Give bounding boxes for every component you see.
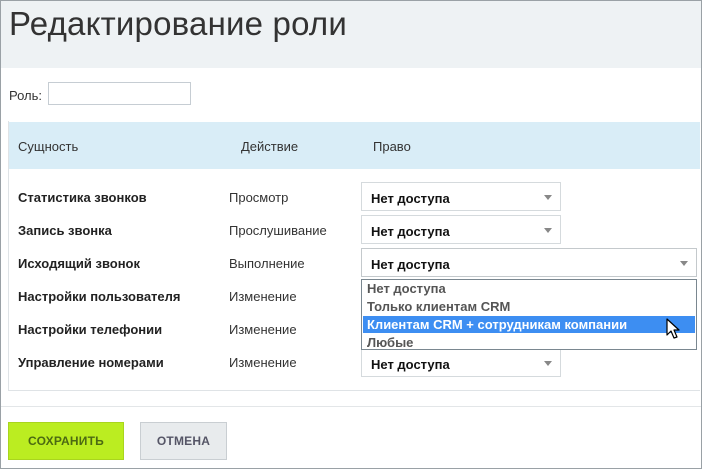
column-header-action: Действие xyxy=(241,139,299,154)
role-name-input[interactable] xyxy=(48,82,191,105)
footer-divider xyxy=(1,406,701,407)
chevron-down-icon xyxy=(544,361,552,366)
column-header-right: Право xyxy=(373,139,411,154)
right-select-call-record[interactable]: Нет доступа xyxy=(361,215,561,244)
row-entity-call-record: Запись звонка xyxy=(18,223,112,238)
dropdown-option-crm-clients[interactable]: Только клиентам CRM xyxy=(363,298,695,315)
cancel-button[interactable]: Отмена xyxy=(140,422,227,460)
right-dropdown-list: Нет доступа Только клиентам CRM Клиентам… xyxy=(361,279,697,350)
chevron-down-icon xyxy=(544,228,552,233)
column-header-entity: Сущность xyxy=(18,139,79,154)
row-entity-call-stats: Статистика звонков xyxy=(18,190,147,205)
right-select-call-stats[interactable]: Нет доступа xyxy=(361,182,561,211)
row-action-call-stats: Просмотр xyxy=(229,190,289,205)
right-select-value: Нет доступа xyxy=(371,224,450,239)
right-select-value: Нет доступа xyxy=(371,191,450,206)
dropdown-option-crm-clients-and-employees[interactable]: Клиентам CRM + сотрудникам компании xyxy=(363,316,695,333)
mouse-cursor-icon xyxy=(666,318,680,339)
right-select-value: Нет доступа xyxy=(371,357,450,372)
row-action-call-record: Прослушивание xyxy=(229,223,327,238)
row-action-telephony-settings: Изменение xyxy=(229,322,297,337)
right-select-value: Нет доступа xyxy=(371,257,450,272)
chevron-down-icon xyxy=(680,261,688,266)
right-select-outgoing-call[interactable]: Нет доступа xyxy=(361,248,697,277)
row-entity-telephony-settings: Настройки телефонии xyxy=(18,322,163,337)
dropdown-option-no-access[interactable]: Нет доступа xyxy=(363,280,695,297)
table-header xyxy=(9,122,700,169)
chevron-down-icon xyxy=(544,195,552,200)
dropdown-option-any[interactable]: Любые xyxy=(363,334,695,351)
row-entity-outgoing-call: Исходящий звонок xyxy=(18,256,141,271)
row-entity-user-settings: Настройки пользователя xyxy=(18,289,181,304)
page-header: Редактирование роли xyxy=(1,1,701,68)
role-label: Роль: xyxy=(9,88,43,103)
right-select-number-management[interactable]: Нет доступа xyxy=(361,348,561,377)
save-button[interactable]: Сохранить xyxy=(8,422,124,460)
row-action-outgoing-call: Выполнение xyxy=(229,256,305,271)
row-action-user-settings: Изменение xyxy=(229,289,297,304)
row-entity-number-management: Управление номерами xyxy=(18,355,164,370)
page-title: Редактирование роли xyxy=(9,5,348,42)
row-action-number-management: Изменение xyxy=(229,355,297,370)
